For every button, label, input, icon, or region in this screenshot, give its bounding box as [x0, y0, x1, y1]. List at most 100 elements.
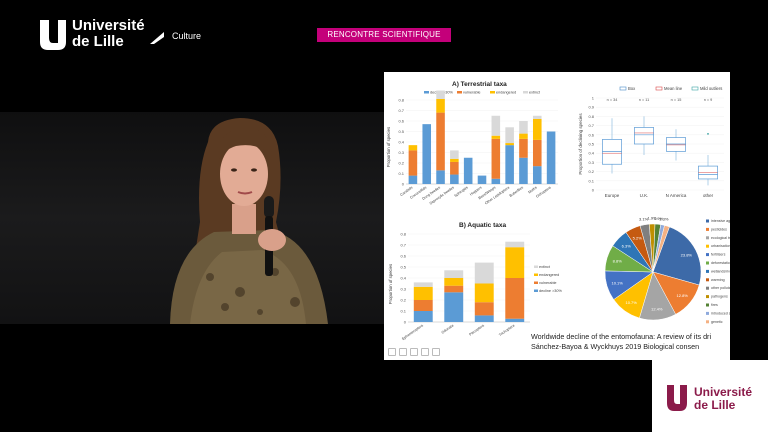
next-slide-icon[interactable] — [399, 348, 407, 356]
legend-swatch — [706, 320, 709, 324]
bar-segment — [519, 133, 528, 139]
y-tick-label: 0.4 — [398, 140, 404, 145]
bar-segment — [444, 285, 464, 293]
x-tick-label: N America — [666, 193, 687, 198]
n-label: n = 15 — [671, 98, 682, 102]
legend-label: intensive agriculture — [711, 219, 730, 223]
bar-segment — [408, 150, 418, 176]
logo-mark-icon — [667, 385, 687, 411]
pen-icon[interactable] — [410, 348, 418, 356]
bar-segment — [505, 318, 525, 322]
y-tick-label: 0.2 — [588, 169, 594, 174]
logo-line2: de Lille — [694, 398, 736, 412]
bar-segment — [532, 118, 542, 140]
chart-title: A) Terrestrial taxa — [452, 81, 507, 88]
legend-swatch — [706, 286, 709, 290]
y-tick-label: 0.6 — [398, 119, 404, 124]
y-tick-label: 0.9 — [588, 105, 594, 110]
box — [666, 137, 686, 152]
bar-segment — [436, 98, 445, 113]
legend-label: other pollutants — [711, 286, 730, 290]
bar-segment — [491, 178, 501, 184]
logo-line2: de Lille — [72, 33, 124, 50]
bar-segment — [422, 124, 432, 184]
bar-segment — [450, 158, 459, 162]
y-tick-label: 0.1 — [400, 309, 406, 314]
legend-swatch — [706, 261, 709, 265]
event-badge: RENCONTRE SCIENTIFIQUE — [317, 28, 451, 42]
y-tick-label: 0 — [402, 182, 405, 187]
legend-label: deforestation — [711, 261, 730, 265]
n-label: n = 11 — [639, 98, 649, 102]
legend-label: endangered — [496, 91, 516, 95]
box — [602, 139, 622, 165]
legend-swatch — [706, 269, 709, 273]
bar-segment — [532, 139, 542, 167]
legend-swatch — [457, 91, 462, 94]
legend-label: genetic — [711, 320, 723, 324]
bar-segment — [408, 175, 418, 184]
zoom-icon[interactable] — [421, 348, 429, 356]
legend-swatch — [655, 86, 663, 91]
x-tick-label: other — [703, 193, 714, 198]
legend-label: extinct — [539, 265, 551, 269]
terrestrial-chart: A) Terrestrial taxa decline >30% vulnerab… — [386, 81, 558, 206]
bar-segment — [436, 90, 445, 99]
prev-slide-icon[interactable] — [388, 348, 396, 356]
legend-swatch — [706, 295, 709, 299]
legend-label: extinct — [529, 91, 541, 95]
legend-swatch — [523, 91, 528, 94]
bar-segment — [444, 292, 464, 322]
y-tick-label: 0.2 — [398, 161, 404, 166]
legend-label: fires — [711, 303, 718, 307]
box — [634, 127, 654, 145]
pie-label: 5.2% — [633, 236, 643, 241]
universite-de-lille-logo: Université de Lille — [38, 18, 188, 54]
universite-de-lille-logo-bottom: Université de Lille — [652, 360, 768, 432]
legend-label: urbanisation — [711, 244, 730, 248]
legend-swatch — [706, 219, 709, 223]
legend-swatch — [706, 278, 709, 282]
pie-label: 23.8% — [681, 252, 693, 257]
bar-segment — [505, 278, 525, 319]
y-tick-label: 0.1 — [588, 178, 594, 183]
slide-controls — [388, 348, 440, 357]
pie-label: 12.4% — [651, 307, 663, 312]
pie-label: 6.3% — [622, 243, 632, 248]
pie-label: 1.3% — [659, 217, 669, 222]
legend-label: ecological traits — [711, 236, 730, 240]
y-tick-label: 0.5 — [398, 129, 404, 134]
y-tick-label: 0.8 — [398, 98, 404, 103]
bar-segment — [519, 121, 528, 134]
legend-swatch — [706, 253, 709, 257]
bar-segment — [436, 170, 445, 184]
bar-segment — [505, 127, 514, 144]
logo-text: Université de Lille — [72, 18, 145, 50]
pie-chart: 23.8%12.8%12.4%10.7%10.1%8.8%6.3%5.2%3.1… — [604, 216, 730, 324]
legend-swatch — [424, 91, 429, 94]
legend-swatch — [534, 289, 538, 292]
y-tick-label: 0.8 — [588, 114, 594, 119]
logo-line1: Université — [72, 17, 145, 34]
x-tick-label: Trichoptera — [498, 324, 515, 338]
legend-label: wetlands/rivers alteration — [711, 269, 730, 273]
pie-label: 10.7% — [625, 300, 637, 305]
y-tick-label: 0.8 — [400, 232, 406, 237]
bar-segment — [450, 174, 459, 184]
slash-icon — [150, 32, 164, 44]
legend-label: vulnerable — [463, 91, 481, 95]
bar-segment — [413, 286, 433, 300]
presentation-slide: A) Terrestrial taxa decline >30% vulnerab… — [384, 72, 730, 360]
culture-label: Culture — [172, 31, 202, 41]
slide-caption: Worldwide decline of the entomofauna: A … — [531, 332, 730, 352]
x-tick-label: Other Lepidoptera — [484, 186, 510, 206]
legend-label: Box — [628, 86, 636, 91]
aquatic-chart: B) Aquatic taxa 0.8 0.7 0.6 0.5 0.4 0.3 0.2 0.1… — [388, 222, 563, 341]
boxplot-chart: Box Mean line Mild outliers 1 0.9 0.8 0.7 0.6 0… — [578, 86, 724, 198]
x-tick-label: Europe — [605, 193, 620, 198]
y-tick-label: 0.5 — [588, 142, 594, 147]
menu-icon[interactable] — [432, 348, 440, 356]
y-tick-label: 0.6 — [588, 132, 594, 137]
n-label: n = 9 — [704, 98, 713, 102]
x-tick-label: Plecoptera — [468, 324, 484, 337]
